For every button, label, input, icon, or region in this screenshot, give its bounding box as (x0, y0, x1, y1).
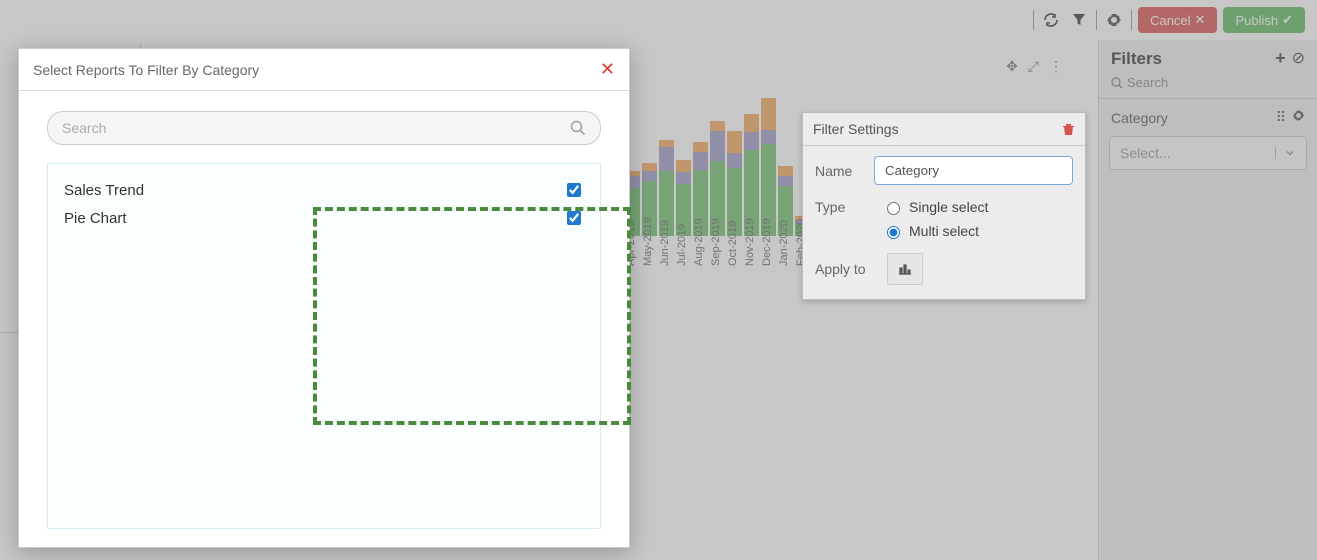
delete-filter-icon[interactable] (1062, 122, 1075, 136)
report-checkbox[interactable] (567, 211, 581, 225)
modal-close-button[interactable]: ✕ (600, 59, 615, 80)
filter-settings-title: Filter Settings (813, 121, 899, 137)
list-item: Pie Chart (64, 204, 584, 232)
search-icon (570, 120, 586, 136)
applyto-chart-button[interactable] (887, 253, 923, 285)
report-checkbox[interactable] (567, 183, 581, 197)
filter-name-input[interactable] (874, 156, 1073, 185)
name-label: Name (815, 163, 862, 179)
applyto-label: Apply to (815, 261, 875, 277)
select-reports-modal: Select Reports To Filter By Category ✕ S… (18, 48, 630, 548)
modal-search-placeholder: Search (62, 120, 106, 136)
filter-settings-panel: Filter Settings Name Type Single select … (802, 112, 1086, 300)
multi-select-label: Multi select (909, 223, 979, 239)
modal-title: Select Reports To Filter By Category (33, 62, 259, 78)
modal-search-input[interactable]: Search (47, 111, 601, 145)
single-select-radio[interactable]: Single select (882, 199, 988, 215)
multi-select-radio[interactable]: Multi select (882, 223, 988, 239)
reports-list: Sales Trend Pie Chart (47, 163, 601, 529)
report-name: Pie Chart (64, 210, 127, 227)
single-select-label: Single select (909, 199, 988, 215)
type-label: Type (815, 199, 870, 215)
list-item: Sales Trend (64, 176, 584, 204)
report-name: Sales Trend (64, 182, 144, 199)
